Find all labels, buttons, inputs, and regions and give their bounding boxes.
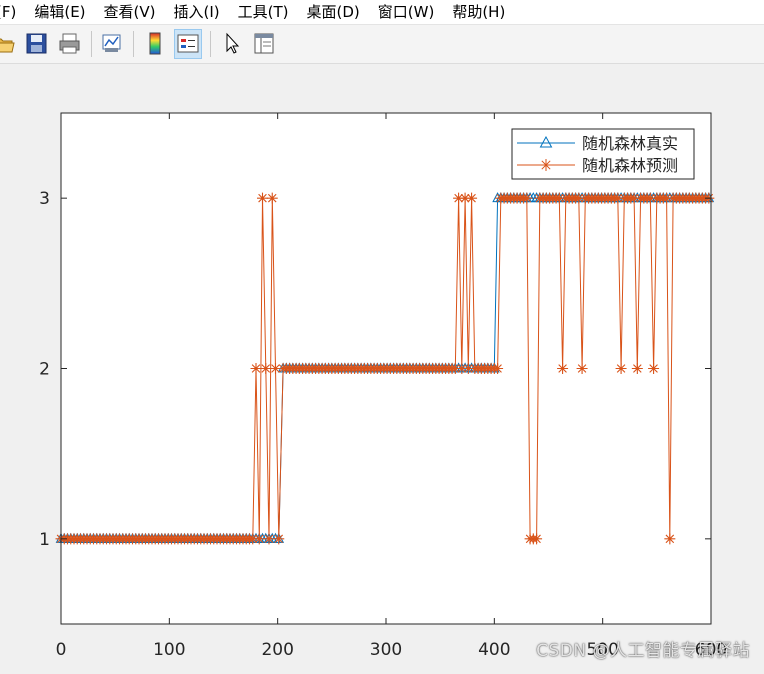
menu-bar: (F)编辑(E)查看(V)插入(I)工具(T)桌面(D)窗口(W)帮助(H) [0, 0, 764, 25]
edit-plot-arrow-button[interactable] [219, 30, 245, 58]
x-tick-label: 100 [153, 640, 185, 660]
x-tick-label: 200 [261, 640, 293, 660]
print-button[interactable] [57, 30, 83, 58]
toolbar-separator [210, 31, 211, 57]
insert-legend-button[interactable] [174, 29, 202, 59]
asterisk-marker [664, 533, 676, 545]
asterisk-marker [492, 363, 504, 374]
menu-file[interactable]: (F) [0, 2, 25, 22]
save-icon [26, 33, 47, 54]
link-axes-button[interactable] [99, 30, 125, 58]
asterisk-marker [263, 533, 275, 545]
legend-asterisk-marker [540, 159, 552, 171]
link-axes-icon [102, 34, 121, 52]
asterisk-marker [631, 363, 643, 374]
insert-colorbar-icon [149, 32, 161, 55]
asterisk-marker [260, 363, 272, 374]
menu-view[interactable]: 查看(V) [95, 2, 165, 22]
asterisk-marker [253, 533, 265, 545]
x-tick-label: 300 [370, 640, 402, 660]
legend: 随机森林真实随机森林预测 [511, 128, 695, 180]
insert-legend-icon [177, 34, 199, 53]
chart-svg: 0 100 200 300 400 500 600123随机森林真实随机森林预测 [39, 112, 727, 660]
save-button[interactable] [24, 30, 50, 58]
asterisk-marker [466, 192, 478, 204]
asterisk-marker [576, 363, 588, 374]
legend-label: 随机森林预测 [582, 156, 678, 175]
asterisk-marker [521, 192, 533, 204]
insert-colorbar-button[interactable] [142, 30, 168, 58]
menu-help[interactable]: 帮助(H) [443, 2, 514, 22]
y-tick-label: 2 [39, 360, 50, 380]
asterisk-marker [557, 363, 569, 374]
asterisk-marker [531, 533, 543, 545]
property-inspector-button[interactable] [251, 30, 277, 58]
y-tick-label: 3 [39, 189, 50, 209]
toolbar-separator [133, 31, 134, 57]
figure-toolbar [0, 25, 764, 64]
print-icon [59, 33, 80, 54]
x-tick-label: 0 [56, 640, 67, 660]
asterisk-marker [257, 192, 268, 204]
property-inspector-icon [254, 33, 274, 54]
x-tick-label: 400 [478, 640, 510, 660]
asterisk-marker [266, 192, 278, 204]
toolbar-separator [91, 31, 92, 57]
open-file-button[interactable] [0, 30, 18, 58]
asterisk-marker [250, 363, 262, 374]
legend-label: 随机森林真实 [582, 134, 678, 153]
menu-desktop[interactable]: 桌面(D) [298, 2, 369, 22]
asterisk-marker [273, 533, 285, 545]
edit-plot-arrow-icon [226, 32, 240, 54]
csdn-watermark: CSDN @人工智能专属驿站 [536, 641, 750, 661]
y-tick-label: 1 [39, 530, 50, 550]
menu-window[interactable]: 窗口(W) [369, 2, 444, 22]
menu-tools[interactable]: 工具(T) [229, 2, 298, 22]
open-file-icon [0, 38, 15, 53]
menu-edit[interactable]: 编辑(E) [25, 2, 94, 22]
figure-area: 0 100 200 300 400 500 600 1 2 3 随机森林真实 随机森林预测 CSDN … [0, 64, 764, 670]
asterisk-marker [648, 363, 660, 374]
menu-insert[interactable]: 插入(I) [165, 2, 229, 22]
asterisk-marker [615, 363, 627, 374]
